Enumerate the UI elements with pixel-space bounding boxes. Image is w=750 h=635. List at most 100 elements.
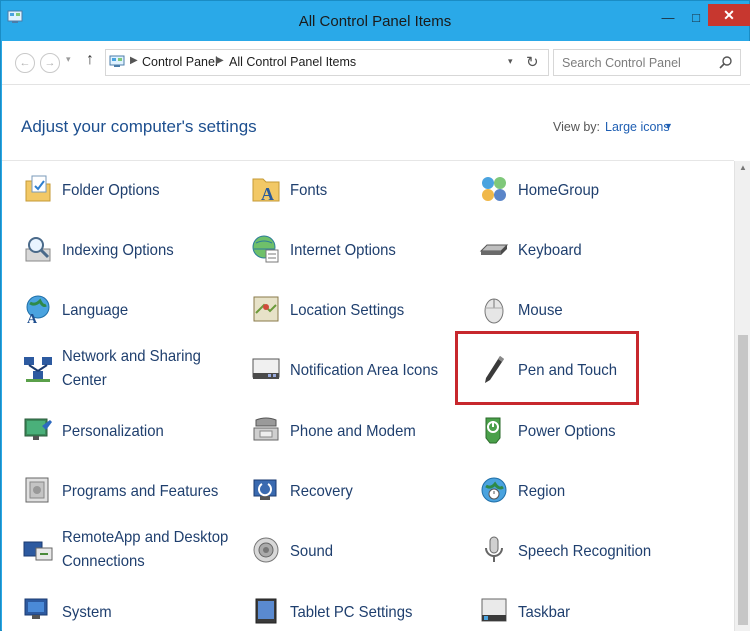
item-remoteapp-desktop-connections[interactable]: RemoteApp and Desktop Connections: [22, 526, 228, 574]
navigation-toolbar: ← → ▾ ↑ ▶ Control Panel ▶ All Control Pa…: [2, 41, 750, 85]
system-icon: [24, 598, 48, 619]
back-button[interactable]: ←: [15, 53, 35, 73]
item-label: Personalization: [62, 423, 164, 440]
maximize-button[interactable]: □: [681, 5, 711, 29]
breadcrumb-control-panel[interactable]: Control Panel: [142, 55, 218, 69]
item-label: Sound: [290, 543, 334, 560]
item-phone-and-modem[interactable]: Phone and Modem: [250, 406, 450, 454]
notification-area-icon: [252, 358, 280, 379]
item-personalization[interactable]: Personalization: [22, 406, 222, 454]
recent-locations-button[interactable]: ▾: [66, 54, 71, 65]
phone-modem-icon: [253, 417, 279, 441]
item-sound[interactable]: Sound: [250, 526, 450, 574]
close-button[interactable]: ✕: [708, 4, 750, 26]
address-bar[interactable]: ▶ Control Panel ▶ All Control Panel Item…: [105, 49, 549, 76]
control-panel-icon: [109, 55, 125, 67]
fonts-icon: A: [252, 178, 280, 204]
item-location-settings[interactable]: Location Settings: [250, 285, 450, 333]
refresh-button[interactable]: ↻: [526, 53, 539, 71]
item-mouse[interactable]: Mouse: [478, 285, 678, 333]
item-label: Indexing Options: [62, 242, 174, 259]
item-label: Tablet PC Settings: [290, 604, 413, 621]
item-label: Mouse: [518, 302, 563, 319]
item-label: Programs and Features: [62, 483, 219, 500]
mouse-icon: [484, 298, 504, 324]
item-label: Folder Options: [62, 182, 160, 199]
page-heading: Adjust your computer's settings: [21, 117, 257, 136]
remoteapp-icon: [23, 541, 53, 561]
folder-options-icon: [25, 175, 51, 202]
item-label: Language: [62, 302, 129, 319]
item-language[interactable]: A Language: [22, 285, 222, 333]
forward-button[interactable]: →: [40, 53, 60, 73]
item-notification-area-icons[interactable]: Notification Area Icons: [250, 345, 450, 393]
search-icon[interactable]: [718, 55, 733, 70]
search-box[interactable]: [553, 49, 741, 76]
item-label: RemoteApp and Desktop Connections: [62, 529, 229, 570]
sound-icon: [253, 537, 279, 563]
power-options-icon: [485, 417, 501, 444]
personalization-icon: [24, 418, 52, 440]
item-label: HomeGroup: [518, 182, 600, 199]
taskbar-icon: [481, 598, 507, 622]
item-network-sharing-center[interactable]: Network and Sharing Center: [22, 345, 222, 393]
item-power-options[interactable]: Power Options: [478, 406, 678, 454]
item-homegroup[interactable]: HomeGroup: [478, 165, 678, 213]
item-label: System: [62, 604, 112, 621]
scrollbar-thumb[interactable]: [738, 335, 748, 625]
region-icon: [481, 477, 507, 503]
highlight-box: [455, 331, 639, 405]
item-region[interactable]: Region: [478, 466, 678, 514]
item-label: Recovery: [290, 483, 353, 500]
keyboard-icon: [479, 244, 509, 255]
control-panel-window: All Control Panel Items — □ ✕ ← → ▾ ↑ ▶ …: [0, 0, 750, 631]
up-button[interactable]: ↑: [86, 51, 94, 69]
search-input[interactable]: [560, 54, 710, 72]
programs-features-icon: [25, 477, 49, 503]
item-label: Network and Sharing Center: [62, 348, 201, 389]
minimize-button[interactable]: —: [653, 5, 683, 29]
item-taskbar[interactable]: Taskbar: [478, 587, 678, 635]
network-sharing-icon: [24, 357, 52, 382]
address-dropdown-button[interactable]: ▾: [508, 56, 513, 67]
item-recovery[interactable]: Recovery: [250, 466, 450, 514]
item-fonts[interactable]: A Fonts: [250, 165, 450, 213]
chevron-down-icon[interactable]: ▼: [664, 121, 673, 131]
svg-text:A: A: [27, 312, 38, 325]
item-speech-recognition[interactable]: Speech Recognition: [478, 526, 678, 574]
divider: [2, 160, 734, 161]
scroll-up-arrow[interactable]: ▲: [739, 163, 747, 172]
item-tablet-pc-settings[interactable]: Tablet PC Settings: [250, 587, 450, 635]
window-title: All Control Panel Items: [298, 13, 452, 30]
item-programs-and-features[interactable]: Programs and Features: [22, 466, 222, 514]
breadcrumb-separator[interactable]: ▶: [130, 55, 138, 66]
item-label: Region: [518, 483, 566, 500]
item-internet-options[interactable]: Internet Options: [250, 225, 450, 273]
item-label: Internet Options: [290, 242, 396, 259]
breadcrumb-all-items[interactable]: All Control Panel Items: [229, 55, 356, 69]
indexing-options-icon: [25, 237, 51, 262]
language-icon: A: [26, 295, 50, 325]
speech-recognition-icon: [485, 536, 503, 562]
item-folder-options[interactable]: Folder Options: [22, 165, 222, 213]
item-label: Location Settings: [290, 302, 405, 319]
item-label: Speech Recognition: [518, 543, 652, 560]
item-label: Power Options: [518, 423, 616, 440]
vertical-scrollbar[interactable]: ▲: [734, 161, 750, 631]
item-label: Keyboard: [518, 242, 582, 259]
svg-text:A: A: [261, 184, 274, 204]
item-label: Fonts: [290, 182, 328, 199]
internet-options-icon: [252, 235, 279, 263]
item-keyboard[interactable]: Keyboard: [478, 225, 678, 273]
homegroup-icon: [482, 177, 506, 201]
location-settings-icon: [253, 296, 279, 322]
item-label: Notification Area Icons: [290, 362, 439, 379]
item-indexing-options[interactable]: Indexing Options: [22, 225, 222, 273]
breadcrumb-separator[interactable]: ▶: [216, 55, 224, 66]
item-label: Taskbar: [518, 604, 571, 621]
tablet-pc-icon: [255, 598, 277, 624]
item-label: Phone and Modem: [290, 423, 416, 440]
view-by-dropdown[interactable]: Large icons: [605, 120, 670, 134]
title-bar[interactable]: All Control Panel Items — □ ✕: [1, 1, 750, 41]
item-system[interactable]: System: [22, 587, 222, 635]
